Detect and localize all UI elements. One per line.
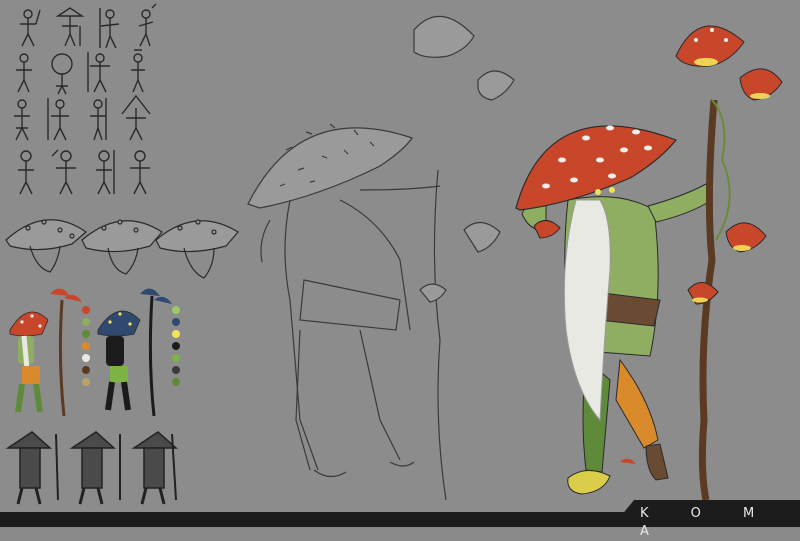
color-study-blue xyxy=(97,288,172,417)
final-character xyxy=(515,25,783,501)
thumb-sketch-15 xyxy=(96,150,115,195)
thumb-sketch-4 xyxy=(138,3,157,47)
cap-study-3 xyxy=(155,219,239,279)
cap-study-2 xyxy=(81,219,163,275)
brand-wordmark: K O M A xyxy=(640,506,774,539)
cap-study-sketches xyxy=(5,219,239,279)
color-study-red xyxy=(9,288,82,417)
silhouette-2 xyxy=(69,431,121,505)
silhouette-3 xyxy=(131,431,178,505)
thumb-sketch-10 xyxy=(47,98,69,141)
line-art-character xyxy=(247,15,515,501)
color-swatches-one xyxy=(82,306,90,386)
thumb-sketch-13 xyxy=(18,150,34,195)
thumb-sketch-7 xyxy=(87,52,110,93)
thumb-sketch-5 xyxy=(16,53,32,93)
thumb-sketch-11 xyxy=(90,98,107,141)
final-character-body xyxy=(521,183,713,422)
line-art-staff xyxy=(413,15,515,501)
line-art-body xyxy=(260,185,441,478)
silhouette-studies xyxy=(5,431,178,505)
thumb-sketch-3 xyxy=(99,8,120,49)
thumb-sketch-6 xyxy=(51,53,73,95)
thumb-sketch-14 xyxy=(51,149,76,195)
cap-study-1 xyxy=(5,219,87,273)
thumb-sketch-12 xyxy=(121,94,151,141)
thumb-sketch-8 xyxy=(131,49,145,93)
color-swatches-two xyxy=(172,306,180,386)
thumb-sketch-2 xyxy=(55,7,85,47)
artwork-canvas xyxy=(5,3,783,505)
thumb-sketch-9 xyxy=(14,99,30,141)
silhouette-1 xyxy=(5,431,59,505)
thumb-sketch-16 xyxy=(130,150,150,195)
concept-art-sheet: K O M A xyxy=(0,0,800,539)
line-art-cap xyxy=(247,123,413,209)
thumbnail-sketches xyxy=(14,3,157,195)
thumb-sketch-1 xyxy=(20,9,41,47)
